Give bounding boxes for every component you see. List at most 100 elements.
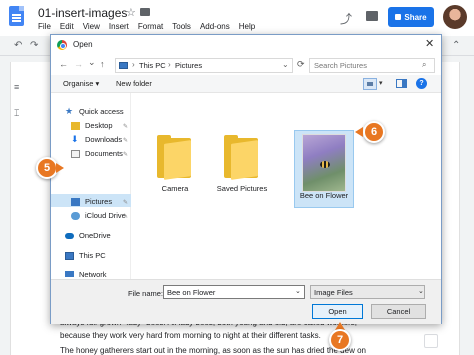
sidebar-item-label: Quick access: [79, 107, 124, 116]
preview-pane-icon[interactable]: [396, 79, 407, 88]
chevron-down-icon[interactable]: ▾: [379, 79, 383, 87]
step-callout-5: 5: [36, 157, 58, 179]
doc-text-line: The honey gatherers start out in the mor…: [60, 346, 366, 355]
pin-icon[interactable]: ✎: [123, 137, 128, 144]
share-label: Share: [404, 12, 427, 22]
activity-trend-icon[interactable]: ⤴: [340, 10, 352, 27]
folder-icon: [224, 135, 258, 180]
document-title[interactable]: 01-insert-images: [38, 6, 127, 20]
file-type-select[interactable]: Image Files: [310, 285, 425, 299]
callout-arrow: [355, 127, 363, 137]
undo-icon[interactable]: ↶: [14, 40, 22, 51]
file-item-bee-on-flower[interactable]: Bee on Flower: [294, 130, 354, 208]
share-button[interactable]: Share: [388, 7, 434, 27]
new-folder-button[interactable]: New folder: [116, 79, 152, 88]
folder-icon: [157, 135, 191, 180]
close-icon[interactable]: ✕: [425, 37, 434, 50]
dialog-title: Open: [73, 40, 93, 49]
refresh-icon[interactable]: ⟳: [297, 59, 305, 70]
explore-icon[interactable]: [424, 334, 438, 348]
help-icon[interactable]: ?: [416, 78, 427, 89]
address-row: ← → ⌄ ↑ › This PC › Pictures ⌄ ⟳ Search …: [51, 55, 441, 75]
pin-icon[interactable]: ✎: [123, 123, 128, 130]
menu-insert[interactable]: Insert: [109, 22, 129, 31]
recent-locations-icon[interactable]: ⌄: [88, 57, 96, 68]
sidebar-item-label: Downloads: [85, 135, 123, 144]
file-item-label: Saved Pictures: [216, 184, 268, 193]
chrome-icon: [57, 40, 67, 50]
file-list: Camera Saved Pictures: [132, 93, 432, 279]
breadcrumb-pictures[interactable]: Pictures: [175, 61, 202, 70]
filename-label: File name:: [128, 289, 164, 298]
network-icon: [65, 271, 74, 277]
step-callout-7: 7: [329, 329, 351, 351]
forward-arrow-icon[interactable]: →: [74, 59, 83, 69]
menu-file[interactable]: File: [38, 22, 51, 31]
pc-icon: [65, 252, 74, 260]
search-input[interactable]: Search Pictures ⌕: [309, 58, 435, 73]
cancel-button[interactable]: Cancel: [371, 304, 426, 319]
desktop-icon: [71, 122, 80, 130]
dialog-title-bar[interactable]: Open ✕: [51, 35, 441, 55]
search-icon: ⌕: [422, 60, 427, 69]
file-item-saved-pictures[interactable]: Saved Pictures: [214, 128, 270, 200]
command-bar: Organise ▾ New folder ▾ ?: [51, 75, 441, 93]
back-arrow-icon[interactable]: ←: [59, 59, 68, 69]
lock-icon: [395, 14, 402, 20]
docs-header: 01-insert-images ☆ File Edit View Insert…: [0, 0, 474, 36]
menu-tools[interactable]: Tools: [172, 22, 191, 31]
up-arrow-icon[interactable]: ↑: [100, 59, 105, 69]
doc-text-line: because they work very hard from morning…: [60, 331, 321, 340]
filename-input[interactable]: Bee on Flower: [163, 285, 305, 299]
star-icon[interactable]: ☆: [126, 6, 136, 19]
pin-icon[interactable]: ✎: [123, 213, 128, 220]
change-view-icon[interactable]: [363, 78, 377, 90]
menu-format[interactable]: Format: [138, 22, 163, 31]
chevron-right-icon: ›: [132, 60, 135, 69]
onedrive-icon: [65, 233, 74, 239]
address-bar[interactable]: › This PC › Pictures ⌄: [115, 58, 293, 73]
breadcrumb-this-pc[interactable]: This PC: [139, 61, 166, 70]
sidebar-item-label: Desktop: [85, 121, 113, 130]
chevron-right-icon: ›: [168, 60, 171, 69]
download-icon: ⬇: [71, 134, 79, 144]
sidebar-item-label: Network: [79, 270, 107, 279]
pin-icon[interactable]: ✎: [123, 199, 128, 206]
collapse-icon[interactable]: ⌃: [452, 40, 460, 51]
pictures-icon: [71, 198, 80, 206]
chevron-down-icon[interactable]: ⌄: [282, 60, 289, 69]
redo-icon[interactable]: ↷: [30, 40, 38, 51]
dialog-footer: File name: Bee on Flower ⌄ Image Files ⌄…: [51, 279, 441, 324]
file-item-label: Bee on Flower: [299, 191, 349, 200]
open-button[interactable]: Open: [312, 304, 363, 319]
search-placeholder: Search Pictures: [314, 61, 367, 70]
pin-icon[interactable]: ✎: [123, 151, 128, 158]
file-item-label: Camera: [161, 184, 189, 193]
menu-edit[interactable]: Edit: [60, 22, 74, 31]
comment-icon[interactable]: [366, 11, 378, 21]
outline-icon[interactable]: ≡: [14, 82, 19, 92]
menu-view[interactable]: View: [83, 22, 100, 31]
ruler-icon: ⌶: [14, 108, 20, 118]
sidebar-item-label: This PC: [79, 251, 106, 260]
file-item-camera[interactable]: Camera: [147, 128, 203, 200]
avatar[interactable]: [443, 5, 467, 29]
docs-menu-bar: File Edit View Insert Format Tools Add-o…: [38, 22, 255, 31]
star-icon: ★: [65, 106, 74, 116]
chevron-down-icon[interactable]: ⌄: [295, 287, 301, 295]
open-file-dialog: Open ✕ ← → ⌄ ↑ › This PC › Pictures ⌄ ⟳ …: [50, 34, 442, 324]
callout-arrow: [56, 163, 64, 173]
sidebar-item-label: OneDrive: [79, 231, 111, 240]
pc-icon: [119, 62, 128, 69]
chevron-down-icon[interactable]: ⌄: [418, 287, 424, 295]
sidebar-item-label: Pictures: [85, 197, 113, 206]
bee-icon: [320, 161, 330, 168]
sidebar-item-label: Documents: [85, 149, 123, 158]
organise-button[interactable]: Organise ▾: [63, 79, 99, 88]
folder-icon[interactable]: [140, 8, 150, 16]
docs-logo-icon[interactable]: [9, 6, 24, 26]
sidebar-item-label: iCloud Drive: [85, 211, 126, 220]
menu-addons[interactable]: Add-ons: [200, 22, 230, 31]
image-thumbnail: [302, 134, 346, 192]
menu-help[interactable]: Help: [239, 22, 255, 31]
